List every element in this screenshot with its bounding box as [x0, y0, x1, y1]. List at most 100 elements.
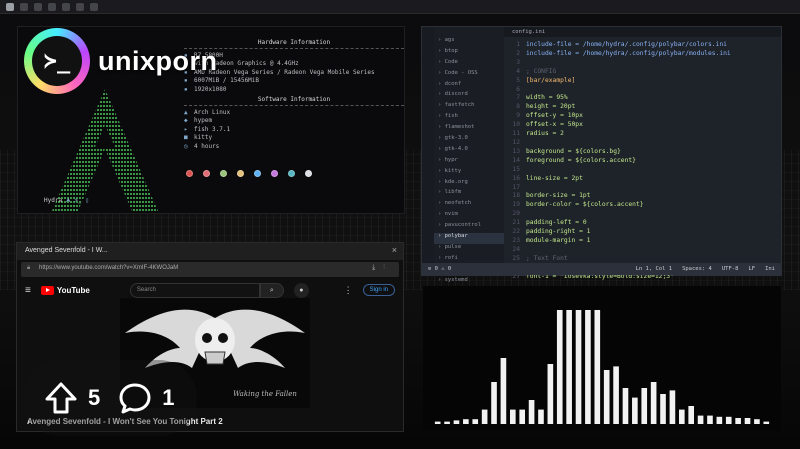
file-tree-item[interactable]: › neofetch [434, 200, 504, 211]
close-icon[interactable]: × [392, 245, 397, 255]
palette-swatch [254, 170, 261, 177]
visualizer-bar [556, 310, 563, 424]
address-bar[interactable]: 🔒︎ https://www.youtube.com/watch?v=XmIF-… [21, 262, 399, 277]
code-line: 14 foreground = ${colors.accent} [504, 157, 781, 166]
workspace-7[interactable] [90, 3, 98, 11]
file-tree-item[interactable]: › flameshot [434, 124, 504, 135]
visualizer-bar [547, 364, 554, 424]
code-line: 8 height = 20pt [504, 103, 781, 112]
file-tree-item[interactable]: › nvim [434, 211, 504, 222]
visualizer-bar [660, 394, 666, 424]
comment-bubble-icon[interactable] [118, 381, 152, 415]
comments-group[interactable]: 1 [118, 381, 175, 415]
visualizer-bar [754, 419, 760, 424]
workspace-5[interactable] [62, 3, 70, 11]
encoding[interactable]: UTF-8 [722, 266, 739, 272]
line-number: 8 [516, 103, 520, 111]
file-tree-item[interactable]: › discord [434, 91, 504, 102]
palette-swatch [186, 170, 193, 177]
indent-setting[interactable]: Spaces: 4 [682, 266, 712, 272]
code-text: padding-left = 0 [526, 219, 587, 227]
line-number: 4 [516, 67, 520, 75]
terminal-icon: ■ [184, 134, 188, 141]
microphone-icon[interactable]: ● [293, 282, 309, 298]
line-number: 10 [512, 121, 520, 129]
line-ending[interactable]: LF [748, 266, 755, 272]
palette-swatch [237, 170, 244, 177]
wm-icon: ◆ [184, 117, 188, 124]
file-tree-item[interactable]: › pavucontrol [434, 222, 504, 233]
code-text: background = ${colors.bg} [526, 147, 621, 155]
upvote-arrow-icon[interactable] [44, 381, 78, 415]
search-icon[interactable]: ⌕ [259, 282, 284, 298]
comment-count: 1 [162, 385, 175, 410]
visualizer-bar [650, 382, 657, 424]
code-line: 11 radius = 2 [504, 130, 781, 139]
upvote-group[interactable]: 5 [44, 381, 100, 415]
code-line: 7 width = 95% [504, 94, 781, 103]
workspace-6[interactable] [76, 3, 84, 11]
code-text: include-file = /home/hydra/.config/polyb… [526, 49, 731, 57]
visualizer-bar [632, 397, 638, 424]
workspace-2[interactable] [20, 3, 28, 11]
visualizer-bar [669, 390, 676, 424]
code-editor-window[interactable]: › ags › btop › Code › Code - OSS › dconf › di… [421, 26, 782, 304]
more-options-icon[interactable]: ⋮ [344, 285, 353, 296]
visualizer-bar [453, 420, 460, 424]
line-number: 9 [516, 112, 520, 120]
shell-prompt[interactable]: Hydra ⮝ ≻_ ▯ [44, 197, 89, 205]
file-tree-item[interactable]: › fish [434, 113, 504, 124]
search-input[interactable]: Search [129, 282, 260, 298]
code-area[interactable]: 1 include-file = /home/hydra/.config/poly… [504, 41, 781, 280]
file-tree-item[interactable]: › gtk-4.0 [434, 146, 504, 157]
editor-status-bar: ⊘ 0 ⚠ 0 Ln 1, Col 1 Spaces: 4 UTF-8 LF I… [422, 263, 781, 275]
line-number: 15 [512, 165, 520, 173]
code-line: 23 module-margin = 1 [504, 237, 781, 246]
code-text: include-file = /home/hydra/.config/polyb… [526, 41, 727, 48]
browser-toolbar-icons[interactable]: ⤓⋮ [372, 264, 393, 272]
subreddit-name: unixporn [98, 45, 218, 76]
activity-bar[interactable] [422, 27, 434, 275]
cursor-position[interactable]: Ln 1, Col 1 [636, 266, 672, 272]
code-text: ; CONFIG [526, 67, 557, 75]
workspace-4[interactable] [48, 3, 56, 11]
line-number: 1 [516, 41, 520, 48]
file-tree-item[interactable]: › pulse [434, 244, 504, 255]
hamburger-menu-icon[interactable]: ≡ [25, 285, 31, 296]
file-tree-item[interactable]: › gtk-3.0 [434, 135, 504, 146]
line-number: 2 [516, 49, 520, 57]
visualizer-bar [744, 418, 751, 424]
editor-tab[interactable]: config.ini [504, 27, 781, 37]
sign-in-button[interactable]: Sign in [362, 284, 395, 296]
file-tree-item[interactable]: › kde.org [434, 179, 504, 190]
youtube-logo[interactable]: YouTube [40, 285, 90, 295]
visualizer-bar [603, 370, 610, 424]
file-tree-item[interactable]: › Code - OSS [434, 70, 504, 81]
file-tree-item[interactable]: › btop [434, 48, 504, 59]
visualizer-bar [622, 388, 629, 424]
code-line: 6 [504, 86, 781, 95]
file-tree-item[interactable]: › polybar [434, 233, 504, 244]
visualizer-bar [463, 419, 469, 424]
workspace-3[interactable] [34, 3, 42, 11]
subreddit-brand[interactable]: ≻_ unixporn [24, 28, 218, 94]
problems-indicator[interactable]: ⊘ 0 ⚠ 0 [428, 266, 451, 272]
code-text: border-color = ${colors.accent} [526, 201, 644, 209]
code-line: 22 padding-right = 1 [504, 228, 781, 237]
file-explorer[interactable]: › ags › btop › Code › Code - OSS › dconf › di… [434, 27, 504, 304]
line-number: 5 [516, 76, 520, 84]
code-text: width = 95% [526, 94, 568, 102]
file-tree-item[interactable]: › libfm [434, 189, 504, 200]
line-number: 18 [512, 192, 520, 200]
file-tree-item[interactable]: › dconf [434, 81, 504, 92]
visualizer-bar [678, 409, 685, 424]
code-text: ; Text Font [526, 254, 568, 262]
workspace-1[interactable] [6, 3, 14, 11]
file-tree-item[interactable]: › Code [434, 59, 504, 70]
file-tree-item[interactable]: › fastfetch [434, 102, 504, 113]
language-mode[interactable]: Ini [765, 266, 775, 272]
visualizer-bar [697, 415, 704, 424]
file-tree-item[interactable]: › ags [434, 37, 504, 48]
file-tree-item[interactable]: › hypr [434, 157, 504, 168]
file-tree-item[interactable]: › kitty [434, 168, 504, 179]
